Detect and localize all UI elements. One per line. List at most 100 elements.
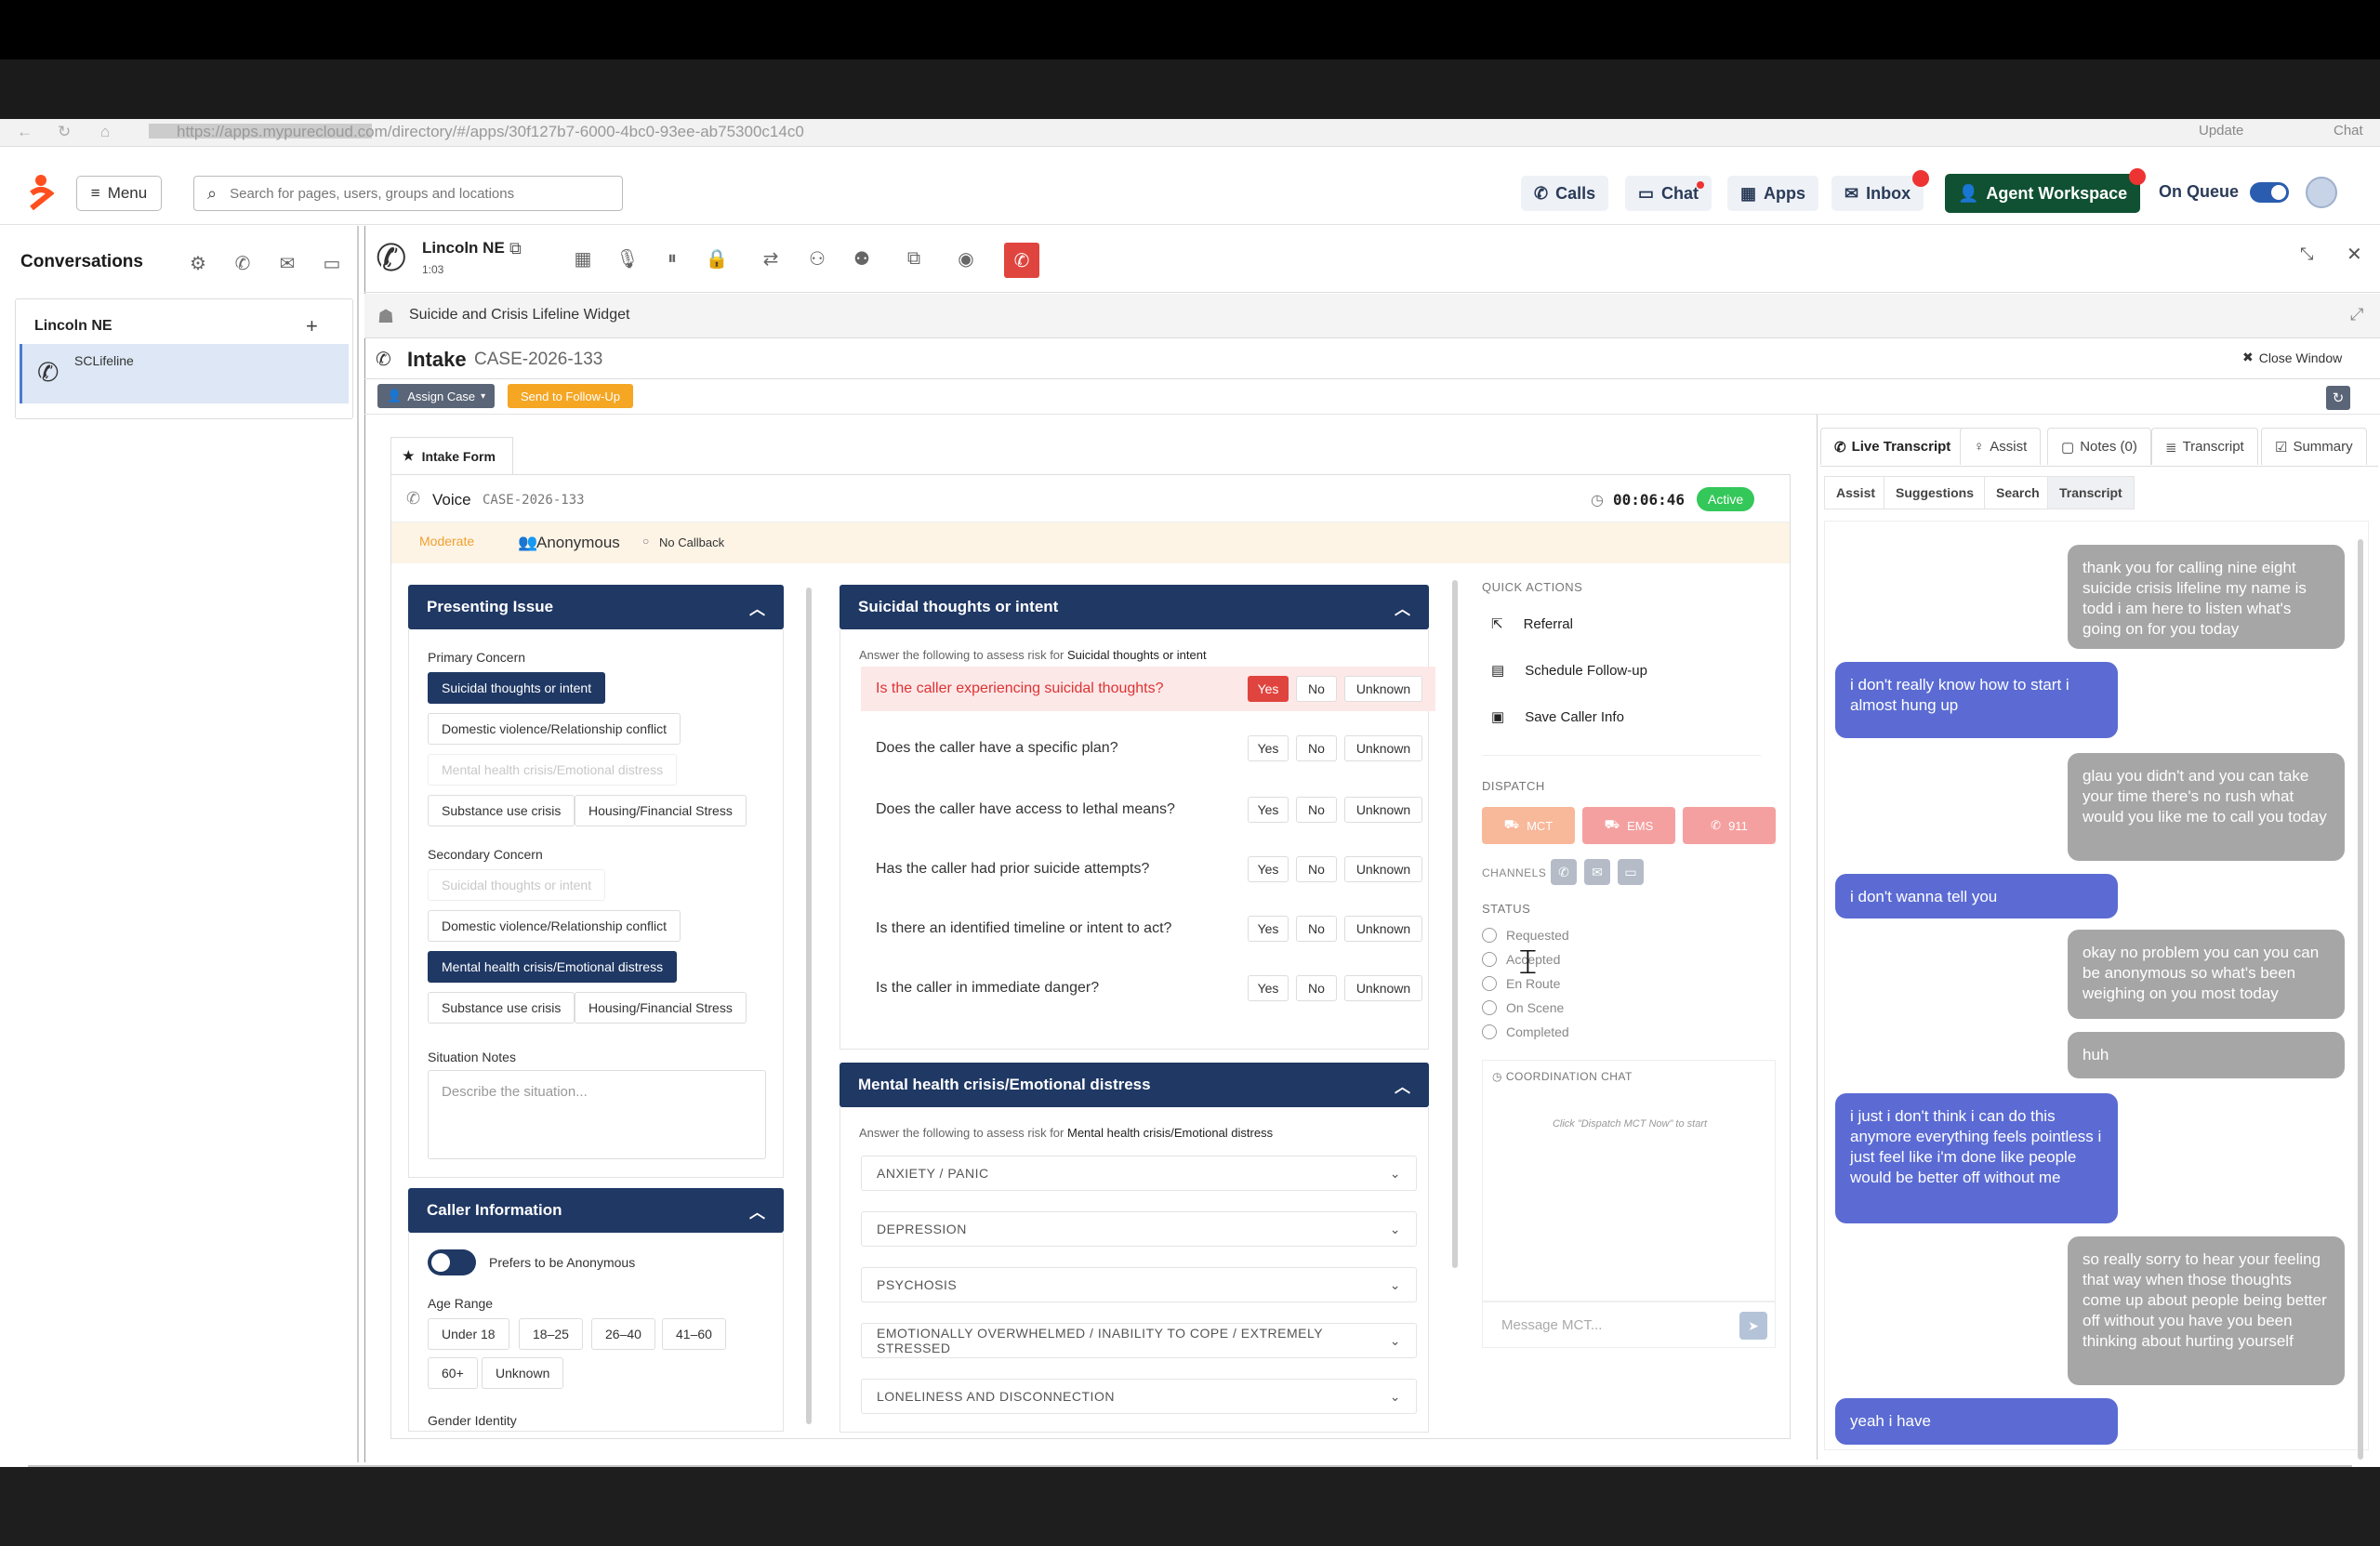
- search-input[interactable]: Search for pages, users, groups and loca…: [230, 186, 514, 202]
- status-requested[interactable]: Requested: [1482, 928, 1569, 943]
- age-chip[interactable]: Unknown: [482, 1357, 564, 1389]
- inbox-button[interactable]: ✉ Inbox: [1831, 170, 1930, 211]
- primary-chip[interactable]: Mental health crisis/Emotional distress: [428, 754, 678, 786]
- message-icon[interactable]: ▭: [316, 247, 348, 279]
- yes-button[interactable]: Yes: [1248, 676, 1289, 702]
- unknown-button[interactable]: Unknown: [1344, 676, 1422, 702]
- age-chip[interactable]: 41–60: [662, 1318, 726, 1350]
- assign-case-button[interactable]: 👤 Assign Case ▾: [377, 384, 496, 408]
- home-icon[interactable]: ⌂: [100, 123, 110, 141]
- dispatch-911-button[interactable]: ✆ 911: [1683, 807, 1776, 844]
- col2-scrollbar[interactable]: [1451, 576, 1459, 1432]
- referral-action[interactable]: ⇱ Referral: [1491, 615, 1573, 633]
- primary-chip[interactable]: Suicidal thoughts or intent: [428, 672, 606, 704]
- assessment-accordion[interactable]: PSYCHOSIS ⌄: [861, 1267, 1417, 1302]
- yes-button[interactable]: Yes: [1248, 735, 1289, 761]
- unknown-button[interactable]: Unknown: [1344, 797, 1422, 823]
- assessment-accordion[interactable]: LONELINESS AND DISCONNECTION ⌄: [861, 1379, 1417, 1414]
- assessment-accordion[interactable]: DEPRESSION ⌄: [861, 1211, 1417, 1247]
- url-field[interactable]: https://apps.mypurecloud.com/directory/#…: [177, 123, 804, 141]
- mute-icon[interactable]: 🎙: [612, 243, 643, 274]
- record-icon[interactable]: ◉: [950, 243, 982, 274]
- on-queue-toggle[interactable]: [2250, 182, 2289, 203]
- dispatch-mct-button[interactable]: ⛟ MCT: [1482, 807, 1575, 844]
- email-icon[interactable]: ✉: [271, 247, 303, 279]
- tab-intake-form[interactable]: ★ Intake Form: [390, 437, 513, 474]
- tab-summary[interactable]: ☑ Summary: [2261, 428, 2367, 465]
- suicidal-header[interactable]: Suicidal thoughts or intent ︿: [840, 585, 1429, 629]
- message-input[interactable]: Message MCT...: [1501, 1317, 1602, 1333]
- expand-icon[interactable]: ⤢: [2350, 305, 2363, 324]
- assessment-accordion[interactable]: EMOTIONALLY OVERWHELMED / INABILITY TO C…: [861, 1323, 1417, 1358]
- dialpad-icon[interactable]: ▦: [567, 243, 599, 274]
- update-button[interactable]: Update: [2199, 123, 2243, 139]
- mental-header[interactable]: Mental health crisis/Emotional distress ︿: [840, 1063, 1429, 1107]
- age-chip[interactable]: 26–40: [591, 1318, 655, 1350]
- unknown-button[interactable]: Unknown: [1344, 735, 1422, 761]
- yes-button[interactable]: Yes: [1248, 916, 1289, 942]
- conversation-item[interactable]: ✆ SCLifeline: [20, 344, 349, 403]
- secure-icon[interactable]: 🔒: [701, 243, 733, 274]
- dispatch-ems-button[interactable]: ⛟ EMS: [1582, 807, 1675, 844]
- age-chip[interactable]: 60+: [428, 1357, 478, 1389]
- global-search[interactable]: ⌕ Search for pages, users, groups and lo…: [193, 176, 623, 211]
- chat-button[interactable]: ▭ Chat: [1625, 176, 1712, 211]
- secondary-chip[interactable]: Suicidal thoughts or intent: [428, 869, 606, 901]
- no-button[interactable]: No: [1296, 735, 1337, 761]
- age-chip[interactable]: 18–25: [519, 1318, 583, 1350]
- consult-icon[interactable]: ⚇: [801, 243, 833, 274]
- yes-button[interactable]: Yes: [1248, 975, 1289, 1001]
- tab-notes[interactable]: ▢ Notes (0): [2047, 428, 2151, 465]
- avatar[interactable]: [2306, 177, 2337, 208]
- unknown-button[interactable]: Unknown: [1344, 916, 1422, 942]
- unknown-button[interactable]: Unknown: [1344, 975, 1422, 1001]
- add-icon[interactable]: +: [306, 314, 318, 338]
- secondary-chip[interactable]: Mental health crisis/Emotional distress: [428, 951, 678, 983]
- secondary-chip[interactable]: Housing/Financial Stress: [575, 992, 747, 1024]
- menu-button[interactable]: ≡ Menu: [76, 176, 162, 211]
- back-icon[interactable]: ←: [17, 123, 33, 141]
- send-icon[interactable]: ➤: [1739, 1312, 1767, 1340]
- subtab-transcript[interactable]: Transcript: [2047, 476, 2135, 509]
- transcript-scrollbar[interactable]: [2358, 539, 2363, 1460]
- save-caller-action[interactable]: ▣ Save Caller Info: [1491, 708, 1624, 726]
- conference-icon[interactable]: ⚉: [846, 243, 878, 274]
- chat-extension[interactable]: Chat: [2334, 123, 2363, 139]
- no-button[interactable]: No: [1296, 676, 1337, 702]
- subtab-suggestions[interactable]: Suggestions: [1884, 476, 1987, 509]
- unknown-button[interactable]: Unknown: [1344, 856, 1422, 882]
- refresh-icon[interactable]: ↻: [2326, 386, 2350, 410]
- tab-live-transcript[interactable]: ✆ Live Transcript: [1820, 428, 1965, 465]
- close-icon[interactable]: ✕: [2347, 243, 2362, 266]
- no-button[interactable]: No: [1296, 797, 1337, 823]
- col1-scrollbar[interactable]: [805, 576, 813, 1432]
- no-button[interactable]: No: [1296, 856, 1337, 882]
- situation-notes-input[interactable]: Describe the situation...: [428, 1070, 766, 1159]
- agent-workspace-button[interactable]: 👤 Agent Workspace: [1945, 168, 2147, 213]
- reload-icon[interactable]: ↻: [58, 123, 71, 141]
- copy-icon[interactable]: ⧉: [509, 239, 522, 258]
- assessment-accordion[interactable]: ANXIETY / PANIC ⌄: [861, 1156, 1417, 1191]
- secondary-chip[interactable]: Domestic violence/Relationship conflict: [428, 910, 681, 942]
- apps-button[interactable]: ▦ Apps: [1727, 176, 1819, 211]
- no-button[interactable]: No: [1296, 975, 1337, 1001]
- hold-icon[interactable]: ⏸: [656, 243, 688, 274]
- subtab-assist[interactable]: Assist: [1824, 476, 1888, 509]
- yes-button[interactable]: Yes: [1248, 856, 1289, 882]
- anonymous-toggle[interactable]: [428, 1249, 476, 1275]
- yes-button[interactable]: Yes: [1248, 797, 1289, 823]
- tab-assist[interactable]: ♀ Assist: [1960, 428, 2042, 465]
- presenting-issue-header[interactable]: Presenting Issue ︿: [408, 585, 784, 629]
- screen-share-icon[interactable]: ⧉: [898, 243, 930, 274]
- tab-transcript[interactable]: ≣ Transcript: [2151, 428, 2258, 465]
- hangup-button[interactable]: ✆: [1004, 243, 1039, 278]
- send-follow-up-button[interactable]: Send to Follow-Up: [508, 384, 633, 408]
- chat-channel-icon[interactable]: ▭: [1618, 859, 1644, 885]
- schedule-follow-up-action[interactable]: ▤ Schedule Follow-up: [1491, 662, 1647, 680]
- calls-button[interactable]: ✆ Calls: [1521, 176, 1609, 211]
- phone-channel-icon[interactable]: ✆: [1551, 859, 1577, 885]
- age-chip[interactable]: Under 18: [428, 1318, 509, 1350]
- subtab-search[interactable]: Search: [1984, 476, 2052, 509]
- phone-icon[interactable]: ✆: [227, 247, 258, 279]
- primary-chip[interactable]: Domestic violence/Relationship conflict: [428, 713, 681, 745]
